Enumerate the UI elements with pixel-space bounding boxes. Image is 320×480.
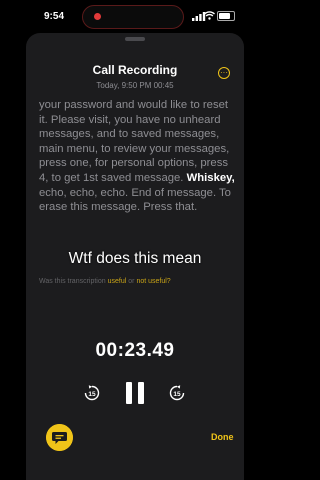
recording-dot-icon	[94, 13, 101, 20]
transcription-feedback: Was this transcription useful or not use…	[39, 278, 171, 285]
useful-link[interactable]: useful	[108, 278, 127, 285]
transcript-bubble-button[interactable]	[46, 424, 73, 451]
overlay-caption: Wtf does this mean	[68, 250, 202, 267]
pause-icon-bar-left	[126, 382, 132, 404]
pause-icon-bar-right	[138, 382, 144, 404]
pause-button[interactable]	[126, 382, 144, 404]
transcript-after: echo, echo, echo. End of message. To era…	[39, 186, 231, 214]
svg-text:15: 15	[88, 391, 96, 398]
elapsed-time: 00:23.49	[95, 340, 175, 361]
transcript-current-word: Whiskey,	[186, 171, 235, 184]
page-title: Call Recording	[92, 63, 178, 77]
skip-back-15-icon[interactable]: 15	[83, 384, 101, 402]
skip-forward-15-icon[interactable]: 15	[168, 384, 186, 402]
sheet-grabber[interactable]	[125, 37, 145, 41]
recording-meta: Today, 9:50 PM 00:45	[96, 81, 174, 90]
transcript-text: your password and would like to reset it…	[39, 99, 235, 215]
ellipsis-circle-icon[interactable]: ···	[218, 67, 230, 79]
status-bar: 9:54	[0, 0, 270, 34]
done-button[interactable]: Done	[211, 432, 234, 442]
svg-text:15: 15	[173, 391, 181, 398]
status-time: 9:54	[44, 11, 65, 22]
battery-icon	[217, 11, 235, 21]
not-useful-link[interactable]: not useful?	[136, 278, 170, 285]
dynamic-island[interactable]	[82, 5, 184, 29]
wifi-icon	[204, 11, 215, 20]
